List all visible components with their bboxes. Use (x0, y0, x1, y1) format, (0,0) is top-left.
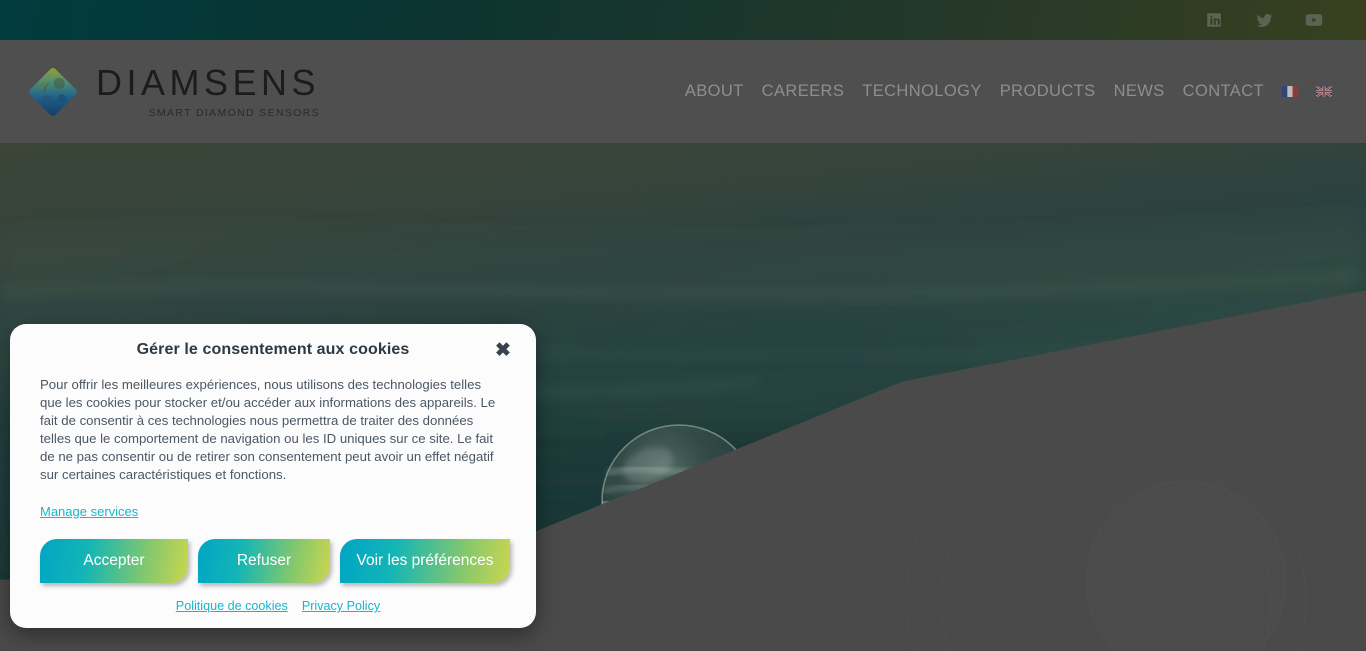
close-icon[interactable]: ✖ (490, 337, 516, 363)
nav-item-products[interactable]: PRODUCTS (1000, 82, 1096, 101)
youtube-icon (1304, 10, 1324, 30)
accept-cookies-button[interactable]: Accepter (40, 539, 188, 583)
language-switch-en[interactable] (1316, 86, 1332, 97)
nav-item-about[interactable]: ABOUT (685, 82, 744, 101)
cookie-policy-link[interactable]: Politique de cookies (176, 599, 288, 613)
logo-text: DIAMSENS SMART DIAMOND SENSORS (96, 61, 321, 119)
nav-item-news[interactable]: NEWS (1114, 82, 1165, 101)
flag-uk-icon (1316, 86, 1332, 97)
twitter-icon (1255, 11, 1274, 30)
main-navigation: ABOUT CAREERS TECHNOLOGY PRODUCTS NEWS C… (685, 82, 1332, 101)
cookie-dialog-policy-links: Politique de cookies Privacy Policy (30, 599, 516, 613)
social-links (1204, 10, 1324, 30)
view-preferences-button[interactable]: Voir les préférences (340, 539, 510, 583)
cookie-dialog-description: Pour offrir les meilleures expériences, … (40, 377, 496, 482)
cookie-dialog-title: Gérer le consentement aux cookies (136, 341, 410, 358)
site-header: DIAMSENS SMART DIAMOND SENSORS ABOUT CAR… (0, 40, 1366, 143)
logo-tagline: SMART DIAMOND SENSORS (148, 106, 321, 119)
social-link-linkedin[interactable] (1204, 10, 1224, 30)
nav-item-technology[interactable]: TECHNOLOGY (862, 82, 982, 101)
social-link-youtube[interactable] (1304, 10, 1324, 30)
social-link-twitter[interactable] (1254, 10, 1274, 30)
linkedin-icon (1205, 11, 1223, 29)
diamond-logo-icon (22, 61, 84, 123)
page-root: DIAMSENS SMART DIAMOND SENSORS ABOUT CAR… (0, 0, 1366, 651)
decorative-circles (906, 381, 1326, 651)
top-social-bar (0, 0, 1366, 40)
refuse-cookies-button[interactable]: Refuser (198, 539, 330, 583)
site-logo[interactable]: DIAMSENS SMART DIAMOND SENSORS (22, 61, 320, 123)
flag-france-icon (1282, 86, 1298, 97)
manage-services-link[interactable]: Manage services (40, 504, 138, 519)
language-switch-fr[interactable] (1282, 86, 1298, 97)
privacy-policy-link[interactable]: Privacy Policy (302, 599, 380, 613)
logo-title: DIAMSENS (96, 61, 321, 103)
cookie-dialog-actions: Accepter Refuser Voir les préférences (30, 539, 516, 583)
nav-item-careers[interactable]: CAREERS (762, 82, 845, 101)
cookie-consent-dialog: Gérer le consentement aux cookies ✖ Pour… (10, 324, 536, 628)
nav-item-contact[interactable]: CONTACT (1183, 82, 1264, 101)
cookie-dialog-header: Gérer le consentement aux cookies ✖ (30, 324, 516, 376)
